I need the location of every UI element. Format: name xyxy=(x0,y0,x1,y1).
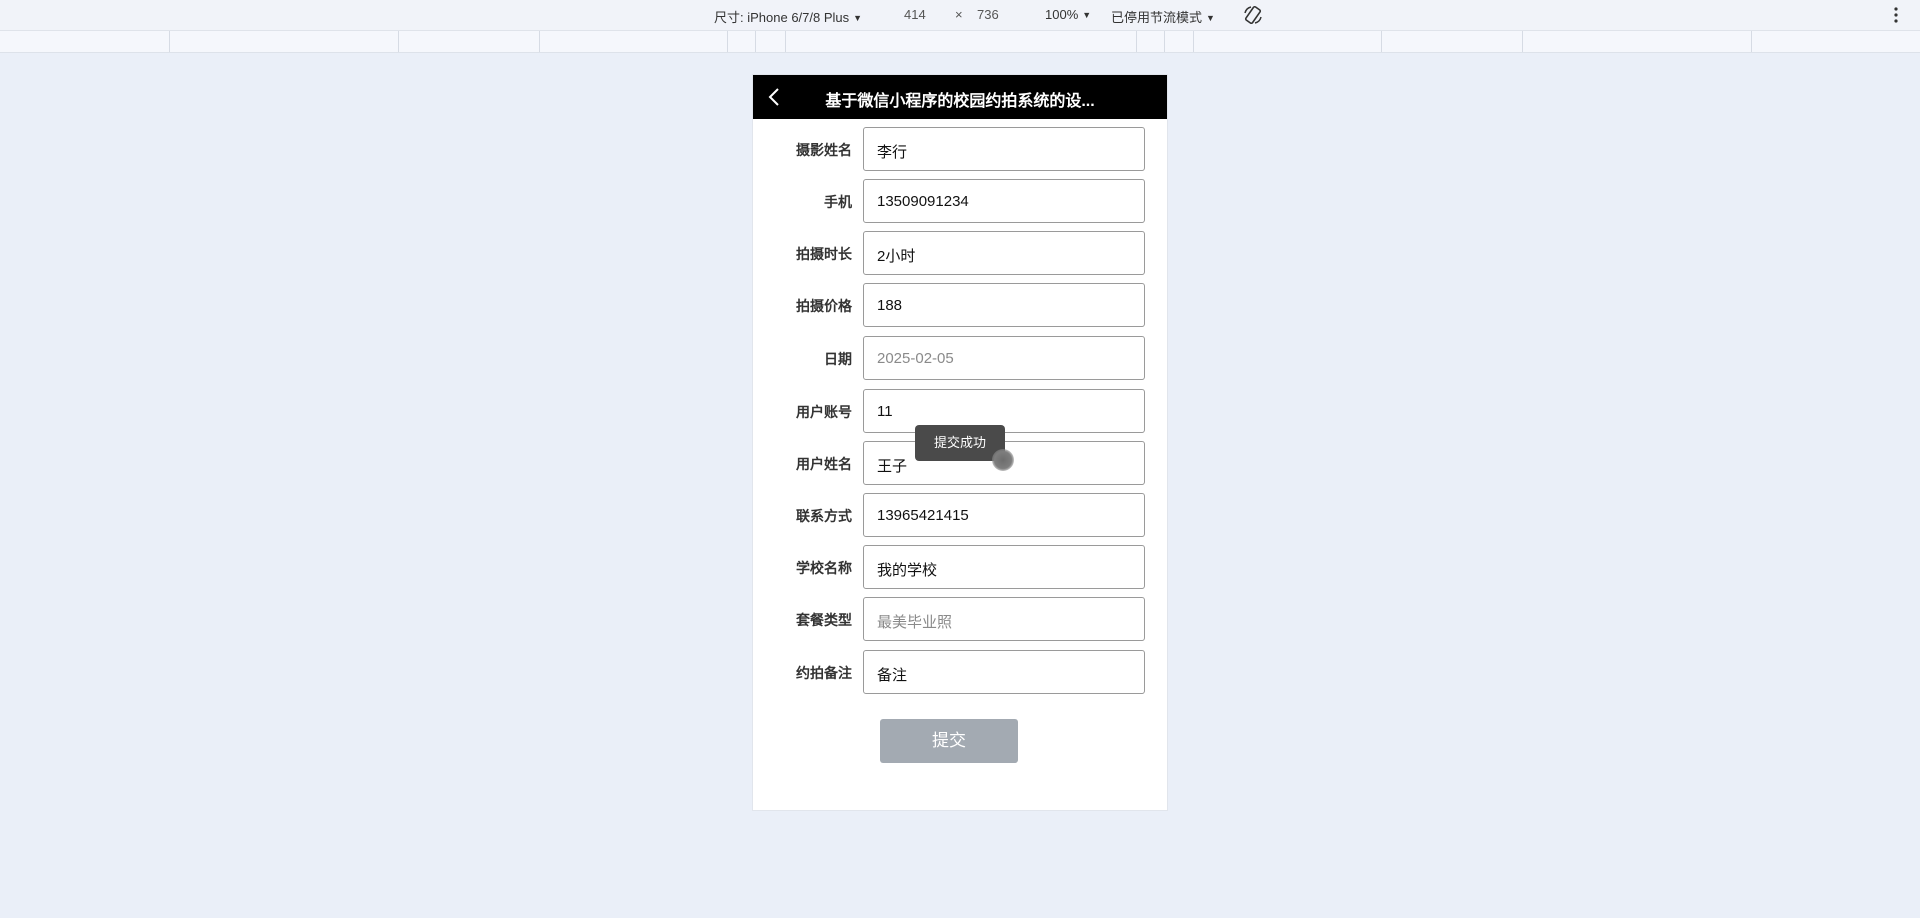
ruler-tick xyxy=(398,31,399,52)
phone-viewport: 基于微信小程序的校园约拍系统的设... 摄影姓名 李行手机 13509091234 拍… xyxy=(753,75,1167,810)
date-value: 2025-02-05 xyxy=(877,350,954,367)
user-name-value: 王子 xyxy=(877,458,908,475)
shoot-duration-value: 2小时 xyxy=(877,248,916,265)
shoot-duration-label: 拍摄时长 xyxy=(796,246,852,262)
chevron-left-icon[interactable] xyxy=(765,86,785,108)
ruler-tick xyxy=(1751,31,1752,52)
school-name-value: 我的学校 xyxy=(877,562,938,579)
form-row-shoot-duration: 拍摄时长 2小时 xyxy=(753,231,1167,275)
booking-note-input[interactable]: 备注 xyxy=(863,650,1145,694)
contact-input[interactable]: 13965421415 xyxy=(863,493,1145,537)
phone-input[interactable]: 13509091234 xyxy=(863,179,1145,223)
success-toast: 提交成功 xyxy=(915,425,1005,461)
device-label: 尺寸: iPhone 6/7/8 Plus xyxy=(714,10,850,25)
school-name-label: 学校名称 xyxy=(796,560,852,576)
package-type-input[interactable]: 最美毕业照 xyxy=(863,597,1145,641)
form-row-phone: 手机 13509091234 xyxy=(753,179,1167,223)
shoot-duration-input[interactable]: 2小时 xyxy=(863,231,1145,275)
submit-button[interactable]: 提交 xyxy=(880,719,1018,763)
width-input[interactable]: 414 xyxy=(904,7,926,22)
ruler-tick xyxy=(1381,31,1382,52)
ruler-tick xyxy=(1522,31,1523,52)
devtools-toolbar: 尺寸: iPhone 6/7/8 Plus ▼ 414 × 736 100% ▼ 已… xyxy=(0,0,1920,31)
ruler-tick xyxy=(727,31,728,52)
form-row-booking-note: 约拍备注 备注 xyxy=(753,650,1167,694)
date-input[interactable]: 2025-02-05 xyxy=(863,336,1145,380)
user-account-value: 11 xyxy=(877,403,893,420)
contact-label: 联系方式 xyxy=(796,508,852,524)
caret-down-icon: ▼ xyxy=(853,13,863,23)
phone-value: 13509091234 xyxy=(877,193,969,210)
form-row-school-name: 学校名称 我的学校 xyxy=(753,545,1167,589)
form-row-date: 日期 2025-02-05 xyxy=(753,336,1167,380)
booking-note-label: 约拍备注 xyxy=(796,665,852,681)
shoot-price-label: 拍摄价格 xyxy=(796,298,852,314)
ruler-tick xyxy=(755,31,756,52)
package-type-value: 最美毕业照 xyxy=(877,614,953,631)
ruler-tick xyxy=(1136,31,1137,52)
rotate-icon[interactable] xyxy=(1242,4,1264,26)
caret-down-icon: ▼ xyxy=(1082,10,1092,20)
height-input[interactable]: 736 xyxy=(977,7,999,22)
ruler-tick xyxy=(1164,31,1165,52)
throttle-select[interactable]: 已停用节流模式 ▼ xyxy=(1111,7,1215,26)
package-type-label: 套餐类型 xyxy=(796,612,852,628)
dimension-separator: × xyxy=(955,7,963,22)
ruler-tick xyxy=(539,31,540,52)
device-select[interactable]: 尺寸: iPhone 6/7/8 Plus ▼ xyxy=(714,7,862,26)
zoom-select[interactable]: 100% ▼ xyxy=(1045,7,1091,22)
media-query-ruler xyxy=(0,31,1920,53)
date-label: 日期 xyxy=(824,351,852,367)
user-name-label: 用户姓名 xyxy=(796,456,852,472)
vertical-dots-icon[interactable] xyxy=(1893,5,1899,25)
form-row-shoot-price: 拍摄价格 188 xyxy=(753,283,1167,327)
photographer-name-input[interactable]: 李行 xyxy=(863,127,1145,171)
photographer-name-label: 摄影姓名 xyxy=(796,142,852,158)
form-row-contact: 联系方式 13965421415 xyxy=(753,493,1167,537)
form-row-package-type: 套餐类型 最美毕业照 xyxy=(753,597,1167,641)
booking-note-value: 备注 xyxy=(877,667,908,684)
form-row-photographer-name: 摄影姓名 李行 xyxy=(753,127,1167,171)
contact-value: 13965421415 xyxy=(877,507,969,524)
throttle-label: 已停用节流模式 xyxy=(1111,10,1203,25)
ruler-tick xyxy=(169,31,170,52)
user-account-label: 用户账号 xyxy=(796,404,852,420)
photographer-name-value: 李行 xyxy=(877,144,908,161)
navigation-bar: 基于微信小程序的校园约拍系统的设... xyxy=(753,75,1167,119)
zoom-label: 100% xyxy=(1045,7,1079,22)
touch-cursor xyxy=(992,449,1014,471)
phone-label: 手机 xyxy=(824,194,852,210)
caret-down-icon: ▼ xyxy=(1206,13,1215,23)
page-title: 基于微信小程序的校园约拍系统的设... xyxy=(825,93,1095,110)
school-name-input[interactable]: 我的学校 xyxy=(863,545,1145,589)
shoot-price-input[interactable]: 188 xyxy=(863,283,1145,327)
ruler-tick xyxy=(1193,31,1194,52)
ruler-tick xyxy=(785,31,786,52)
shoot-price-value: 188 xyxy=(877,297,903,314)
